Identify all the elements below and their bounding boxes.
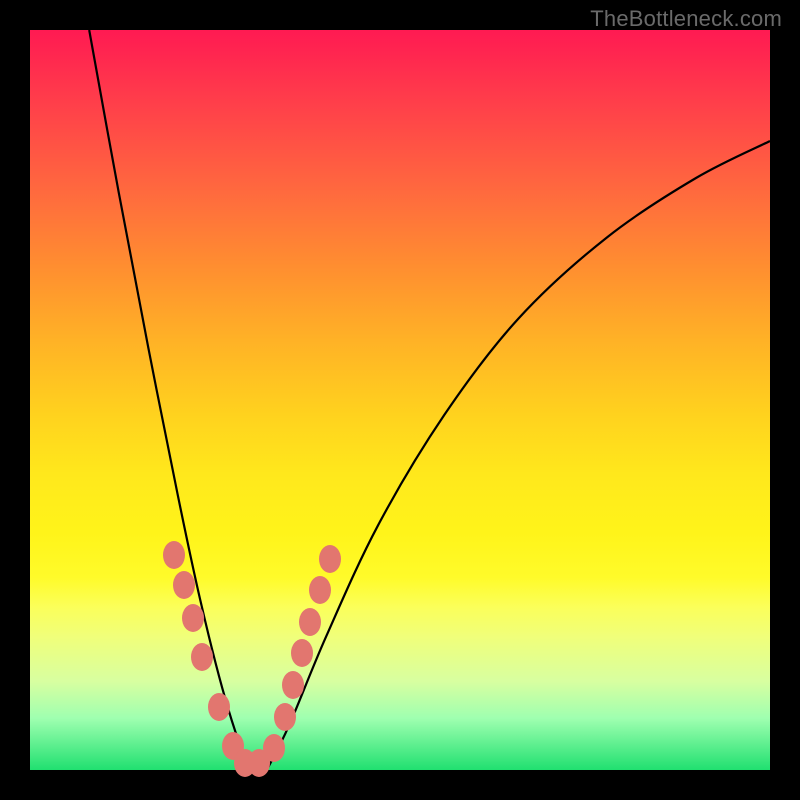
data-marker xyxy=(274,703,296,731)
watermark-text: TheBottleneck.com xyxy=(590,6,782,32)
data-marker xyxy=(182,604,204,632)
data-marker xyxy=(208,693,230,721)
curve-left-branch xyxy=(89,30,252,770)
data-marker xyxy=(163,541,185,569)
data-marker xyxy=(173,571,195,599)
data-marker xyxy=(263,734,285,762)
outer-frame: TheBottleneck.com xyxy=(0,0,800,800)
data-marker xyxy=(282,671,304,699)
data-marker xyxy=(291,639,313,667)
curve-svg xyxy=(30,30,770,770)
curve-right-branch xyxy=(267,141,770,770)
data-marker xyxy=(299,608,321,636)
data-marker xyxy=(309,576,331,604)
data-marker xyxy=(191,643,213,671)
plot-area xyxy=(30,30,770,770)
data-marker xyxy=(319,545,341,573)
